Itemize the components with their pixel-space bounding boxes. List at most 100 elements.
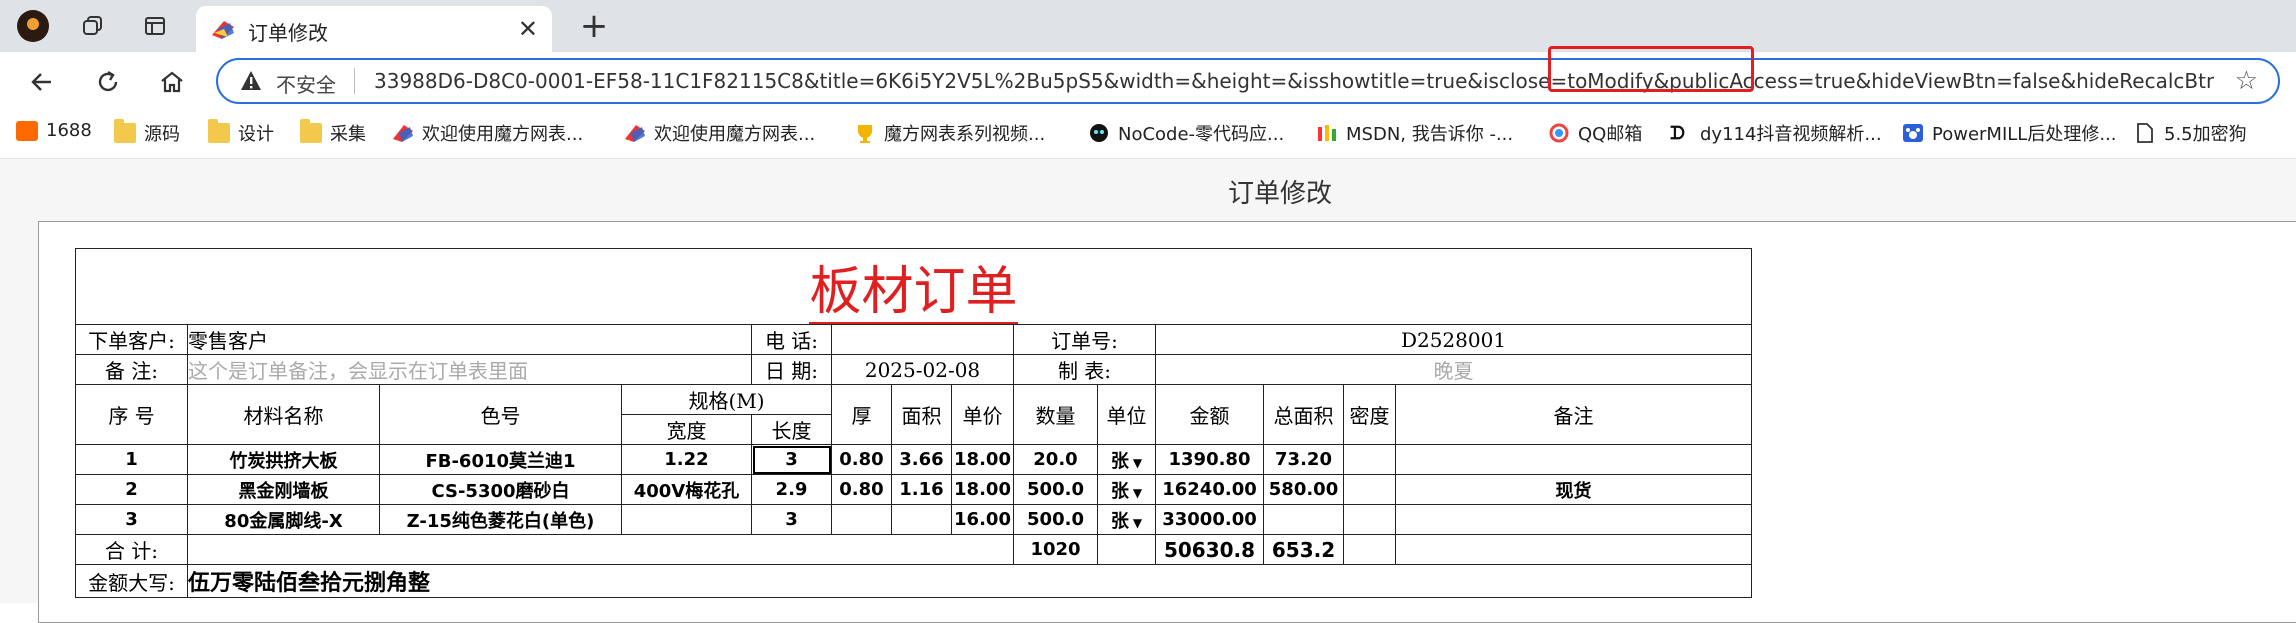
col-header-spec: 规格(M) bbox=[621, 384, 832, 415]
cell-total-area[interactable]: 580.00 bbox=[1263, 474, 1344, 505]
trophy-icon bbox=[858, 125, 872, 143]
cell-qty[interactable]: 500.0 bbox=[1013, 504, 1098, 535]
collections-button[interactable] bbox=[74, 7, 112, 45]
remark-field[interactable]: 这个是订单备注，会显示在订单表里面 bbox=[187, 354, 752, 385]
cell-color[interactable]: FB-6010莫兰迪1 bbox=[379, 444, 622, 475]
cell-name[interactable]: 竹炭拱挤大板 bbox=[187, 444, 380, 475]
cell-thick[interactable]: 0.80 bbox=[831, 474, 892, 505]
url-text[interactable]: 33988D6-D8C0-0001-EF58-11C1F82115C8&titl… bbox=[374, 69, 2214, 93]
cell-length[interactable]: 3 bbox=[751, 444, 832, 475]
cell-area[interactable] bbox=[891, 504, 952, 535]
cell-color[interactable]: CS-5300磨砂白 bbox=[379, 474, 622, 505]
bookmark-msdn[interactable]: MSDN, 我告诉你 -... bbox=[1316, 120, 1513, 146]
col-header-amount: 金额 bbox=[1155, 384, 1264, 445]
bookmark-mofang-2[interactable]: 欢迎使用魔方网表... bbox=[624, 120, 815, 146]
bookmark-source[interactable]: 源码 bbox=[114, 119, 180, 146]
cell-width[interactable]: 1.22 bbox=[621, 444, 752, 475]
date-field[interactable]: 2025-02-08 bbox=[831, 354, 1014, 385]
col-header-price: 单价 bbox=[951, 384, 1014, 445]
bookmark-powermill[interactable]: PowerMILL后处理修... bbox=[1902, 120, 2116, 146]
cell-name[interactable]: 黑金刚墙板 bbox=[187, 474, 380, 505]
cell-density[interactable] bbox=[1343, 444, 1396, 475]
cell-density[interactable] bbox=[1343, 504, 1396, 535]
customer-field[interactable]: 零售客户 bbox=[187, 324, 752, 355]
cell-note[interactable]: 现货 bbox=[1395, 474, 1752, 505]
cell-total-area[interactable]: 73.20 bbox=[1263, 444, 1344, 475]
cell-amount[interactable]: 33000.00 bbox=[1155, 504, 1264, 535]
active-tab[interactable]: 订单修改 ✕ bbox=[196, 6, 552, 52]
address-bar[interactable]: 不安全 33988D6-D8C0-0001-EF58-11C1F82115C8&… bbox=[216, 58, 2280, 104]
cell-area[interactable]: 1.16 bbox=[891, 474, 952, 505]
col-header-color: 色号 bbox=[379, 384, 622, 445]
total-amount: 50630.8 bbox=[1155, 534, 1264, 565]
total-label: 合 计: bbox=[75, 534, 188, 565]
totals-row: 合 计: 1020 50630.8 653.2 bbox=[75, 534, 1752, 565]
cell-thick[interactable] bbox=[831, 504, 892, 535]
bookmark-dongle[interactable]: 5.5加密狗 bbox=[2134, 120, 2247, 146]
cell-amount[interactable]: 16240.00 bbox=[1155, 474, 1264, 505]
maker-field[interactable]: 晚夏 bbox=[1155, 354, 1752, 385]
order-no-field[interactable]: D2528001 bbox=[1155, 324, 1752, 355]
bookmark-1688[interactable]: 1688 bbox=[16, 120, 92, 141]
date-label: 日 期: bbox=[751, 354, 832, 385]
cell-name[interactable]: 80金属脚线-X bbox=[187, 504, 380, 535]
cell-total-area[interactable] bbox=[1263, 504, 1344, 535]
vertical-tabs-button[interactable] bbox=[136, 7, 174, 45]
tab-title: 订单修改 bbox=[248, 21, 328, 45]
customer-label: 下单客户: bbox=[75, 324, 188, 355]
cell-price[interactable]: 18.00 bbox=[951, 444, 1014, 475]
cell-note[interactable] bbox=[1395, 444, 1752, 475]
table-row: 1 竹炭拱挤大板 FB-6010莫兰迪1 1.22 3 0.80 3.66 18… bbox=[75, 444, 1752, 475]
tab-close-button[interactable]: ✕ bbox=[518, 15, 538, 43]
cell-length[interactable]: 3 bbox=[751, 504, 832, 535]
cell-density[interactable] bbox=[1343, 474, 1396, 505]
not-secure-label[interactable]: 不安全 bbox=[276, 69, 336, 98]
cell-note[interactable] bbox=[1395, 504, 1752, 535]
dropdown-arrow-icon: ▼ bbox=[1132, 455, 1143, 470]
col-header-thick: 厚 bbox=[831, 384, 892, 445]
cell-width[interactable]: 400V梅花孔 bbox=[621, 474, 752, 505]
warning-icon bbox=[241, 71, 261, 90]
alibaba-1688-icon bbox=[16, 120, 38, 141]
unit-select[interactable]: 张 ▼ bbox=[1097, 474, 1156, 505]
mofang-icon bbox=[625, 125, 645, 142]
bookmark-label: 采集 bbox=[330, 124, 366, 145]
cell-length[interactable]: 2.9 bbox=[751, 474, 832, 505]
total-density-empty bbox=[1343, 534, 1396, 565]
total-qty: 1020 bbox=[1013, 534, 1098, 565]
mofang-icon bbox=[393, 125, 413, 142]
cell-qty[interactable]: 500.0 bbox=[1013, 474, 1098, 505]
total-spacer bbox=[187, 534, 1014, 565]
bookmark-qqmail[interactable]: QQ邮箱 bbox=[1548, 120, 1642, 146]
home-button[interactable] bbox=[150, 60, 194, 104]
bookmark-mofang-video[interactable]: 魔方网表系列视频... bbox=[854, 120, 1045, 146]
cell-width[interactable] bbox=[621, 504, 752, 535]
bookmark-nocode[interactable]: NoCode-零代码应... bbox=[1088, 120, 1284, 146]
msdn-icon bbox=[1318, 125, 1336, 141]
bookmark-design[interactable]: 设计 bbox=[208, 119, 274, 146]
form-title-text: 板材订单 bbox=[809, 262, 1018, 324]
profile-avatar[interactable] bbox=[14, 7, 52, 45]
dy-icon: ᗪ bbox=[1670, 123, 1685, 144]
cell-price[interactable]: 16.00 bbox=[951, 504, 1014, 535]
bookmark-dy114[interactable]: ᗪ dy114抖音视频解析... bbox=[1670, 120, 1882, 146]
unit-select[interactable]: 张 ▼ bbox=[1097, 444, 1156, 475]
favorite-star-icon[interactable]: ☆ bbox=[2235, 66, 2258, 96]
bookmark-label: 欢迎使用魔方网表... bbox=[422, 124, 584, 145]
back-button[interactable] bbox=[20, 60, 64, 104]
folder-icon bbox=[208, 119, 230, 143]
phone-field[interactable] bbox=[831, 324, 1014, 355]
cell-qty[interactable]: 20.0 bbox=[1013, 444, 1098, 475]
reload-button[interactable] bbox=[86, 60, 130, 104]
new-tab-button[interactable]: + bbox=[574, 6, 614, 46]
amount-words-value: 伍万零陆佰叁拾元捌角整 bbox=[187, 564, 1752, 598]
cell-price[interactable]: 18.00 bbox=[951, 474, 1014, 505]
bookmark-collect[interactable]: 采集 bbox=[300, 119, 366, 146]
unit-select[interactable]: 张 ▼ bbox=[1097, 504, 1156, 535]
cell-area[interactable]: 3.66 bbox=[891, 444, 952, 475]
folder-icon bbox=[114, 119, 136, 143]
cell-amount[interactable]: 1390.80 bbox=[1155, 444, 1264, 475]
cell-thick[interactable]: 0.80 bbox=[831, 444, 892, 475]
cell-color[interactable]: Z-15纯色菱花白(单色) bbox=[379, 504, 622, 535]
bookmark-mofang-1[interactable]: 欢迎使用魔方网表... bbox=[392, 120, 583, 146]
